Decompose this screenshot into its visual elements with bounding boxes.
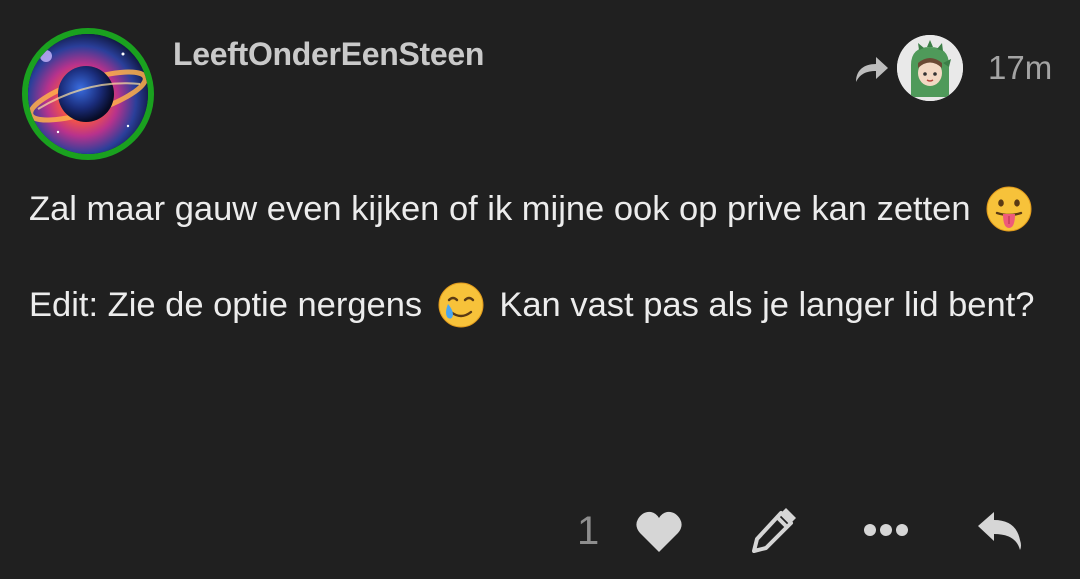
post-paragraph: Zal maar gauw even kijken of ik mijne oo… — [29, 182, 1059, 236]
post-body: Zal maar gauw even kijken of ik mijne oo… — [29, 182, 1059, 332]
share-icon[interactable] — [852, 52, 890, 86]
tongue-out-emoji — [984, 184, 1034, 234]
smiling-tear-emoji — [436, 280, 486, 330]
more-icon[interactable] — [862, 521, 910, 539]
paragraph-text: Zal maar gauw even kijken of ik mijne oo… — [29, 190, 971, 228]
community-avatar[interactable] — [897, 35, 963, 101]
reply-icon[interactable] — [976, 510, 1024, 552]
paragraph-text: Edit: Zie de optie nergens — [29, 286, 423, 324]
like-count: 1 — [577, 509, 600, 553]
post-timestamp: 17m — [988, 49, 1053, 86]
heart-icon[interactable] — [634, 510, 684, 554]
author-avatar[interactable] — [22, 28, 154, 160]
post-paragraph: Edit: Zie de optie nergens Kan vast pas … — [29, 278, 1059, 332]
edit-icon[interactable] — [748, 508, 796, 556]
paragraph-text-after: Kan vast pas als je langer lid bent? — [499, 286, 1035, 324]
author-username[interactable]: LeeftOnderEenSteen — [173, 36, 484, 73]
